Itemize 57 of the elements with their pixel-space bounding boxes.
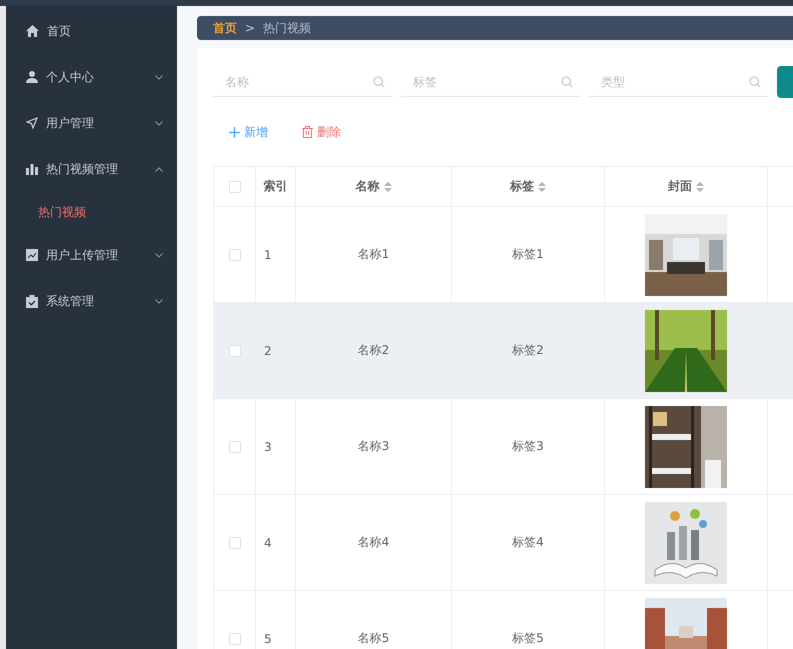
column-header: 封面: [668, 178, 692, 195]
table-cell: 名称2: [358, 343, 390, 357]
menu-item[interactable]: 用户上传管理: [6, 232, 177, 278]
search-field[interactable]: 类型: [599, 74, 749, 90]
caret-down-icon: [155, 120, 163, 126]
sort-icon[interactable]: [384, 182, 392, 192]
search-field[interactable]: 名称: [223, 74, 373, 90]
caret-up-icon: [155, 166, 163, 172]
caret-down-icon: [155, 252, 163, 258]
table-cell: 标签5: [512, 631, 544, 645]
table-cell: 标签4: [512, 535, 544, 549]
search-icon: [749, 76, 761, 88]
plus-icon: [229, 126, 240, 138]
caret-down-icon: [155, 298, 163, 304]
clipboard-icon: [26, 294, 38, 308]
sort-icon[interactable]: [538, 182, 546, 192]
home-icon: [26, 25, 39, 37]
table-cell: 标签1: [512, 247, 544, 261]
checkbox[interactable]: [228, 441, 240, 454]
table-cell: 名称1: [358, 247, 390, 261]
menu-item[interactable]: 个人中心: [6, 54, 177, 100]
table-cell-text: 4: [263, 536, 272, 550]
sort-icon[interactable]: [696, 182, 704, 192]
column-header: 标签: [510, 178, 534, 195]
column-header: 索引: [264, 178, 288, 195]
table-cell: 名称3: [358, 439, 390, 453]
checkbox[interactable]: [228, 249, 240, 262]
table-cell: 名称4: [358, 535, 390, 549]
caret-down-icon: [155, 74, 163, 80]
checkbox[interactable]: [228, 345, 240, 358]
search-icon: [373, 76, 385, 88]
send-icon: [26, 117, 38, 129]
table-cell-text: 1: [263, 248, 272, 262]
trash-icon: [302, 126, 313, 138]
menu-item[interactable]: 首页: [6, 8, 177, 54]
table-cell: 名称5: [358, 631, 390, 645]
chart-icon: [26, 249, 38, 261]
menu-item[interactable]: 系统管理: [6, 278, 177, 324]
table-cell-text: 3: [263, 440, 272, 454]
bar-chart-icon: [26, 163, 38, 175]
breadcrumb-link[interactable]: 首页: [213, 20, 237, 36]
checkbox[interactable]: [228, 633, 240, 646]
menu-item[interactable]: 用户管理: [6, 100, 177, 146]
menu-item[interactable]: 热门视频管理: [6, 146, 177, 192]
column-header: 名称: [356, 178, 380, 195]
table-cell: 标签3: [512, 439, 544, 453]
checkbox[interactable]: [228, 537, 240, 550]
table-cell-text: 5: [263, 632, 272, 646]
breadcrumb-separator: >: [245, 21, 256, 35]
user-icon: [26, 71, 38, 83]
table-cell-text: 2: [263, 344, 272, 358]
breadcrumb-current: 热门视频: [263, 20, 312, 36]
submenu-item[interactable]: 热门视频: [6, 192, 177, 232]
table-cell: 标签2: [512, 343, 544, 357]
search-icon: [561, 76, 573, 88]
search-field[interactable]: 标签: [411, 74, 561, 90]
checkbox[interactable]: [228, 181, 240, 194]
